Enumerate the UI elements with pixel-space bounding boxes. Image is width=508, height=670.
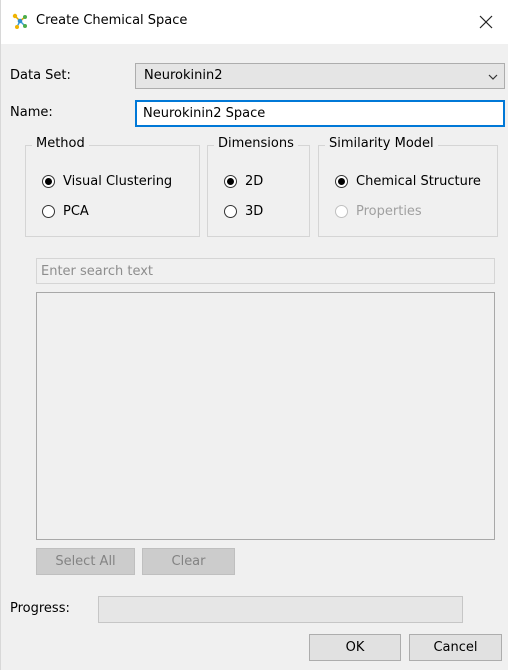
- dimensions-group: Dimensions 2D 3D: [207, 136, 310, 237]
- radio-unchecked-icon: [42, 205, 55, 218]
- create-chemical-space-dialog: Create Chemical Space Data Set: Neurokin…: [0, 0, 508, 670]
- radio-unchecked-icon: [335, 205, 348, 218]
- clear-button[interactable]: Clear: [142, 548, 235, 575]
- method-visual-clustering-radio[interactable]: Visual Clustering: [42, 174, 172, 189]
- method-group: Method Visual Clustering PCA: [25, 136, 200, 237]
- similarity-option-label: Chemical Structure: [356, 174, 481, 189]
- cancel-button[interactable]: Cancel: [409, 634, 502, 661]
- method-pca-radio[interactable]: PCA: [42, 204, 89, 219]
- item-list[interactable]: [36, 292, 495, 540]
- molecule-app-icon: [12, 13, 27, 29]
- dataset-dropdown[interactable]: Neurokinin2: [135, 63, 505, 89]
- chevron-down-icon: [488, 74, 498, 80]
- radio-checked-icon: [224, 175, 237, 188]
- select-all-button[interactable]: Select All: [36, 548, 135, 575]
- dimensions-option-label: 3D: [245, 204, 264, 219]
- dimensions-option-label: 2D: [245, 174, 264, 189]
- close-icon: [479, 15, 493, 29]
- similarity-properties-radio: Properties: [335, 204, 422, 219]
- search-input[interactable]: [36, 258, 495, 284]
- similarity-group-title: Similarity Model: [325, 136, 438, 151]
- similarity-chemical-structure-radio[interactable]: Chemical Structure: [335, 174, 481, 189]
- progress-bar: [98, 596, 463, 623]
- close-button[interactable]: [463, 0, 508, 44]
- progress-label: Progress:: [10, 601, 70, 616]
- similarity-option-label: Properties: [356, 204, 422, 219]
- dataset-selected-value: Neurokinin2: [144, 68, 223, 83]
- method-option-label: Visual Clustering: [63, 174, 173, 189]
- radio-unchecked-icon: [224, 205, 237, 218]
- dataset-label: Data Set:: [10, 68, 71, 83]
- radio-checked-icon: [335, 175, 348, 188]
- method-group-title: Method: [32, 136, 89, 151]
- dimensions-2d-radio[interactable]: 2D: [224, 174, 263, 189]
- dimensions-3d-radio[interactable]: 3D: [224, 204, 263, 219]
- ok-button[interactable]: OK: [309, 634, 401, 661]
- name-input[interactable]: [135, 100, 505, 127]
- window-title: Create Chemical Space: [36, 13, 188, 28]
- name-label: Name:: [10, 105, 53, 120]
- dimensions-group-title: Dimensions: [214, 136, 298, 151]
- title-bar[interactable]: Create Chemical Space: [1, 0, 508, 44]
- radio-checked-icon: [42, 175, 55, 188]
- method-option-label: PCA: [63, 204, 89, 219]
- similarity-model-group: Similarity Model Chemical Structure Prop…: [318, 136, 498, 237]
